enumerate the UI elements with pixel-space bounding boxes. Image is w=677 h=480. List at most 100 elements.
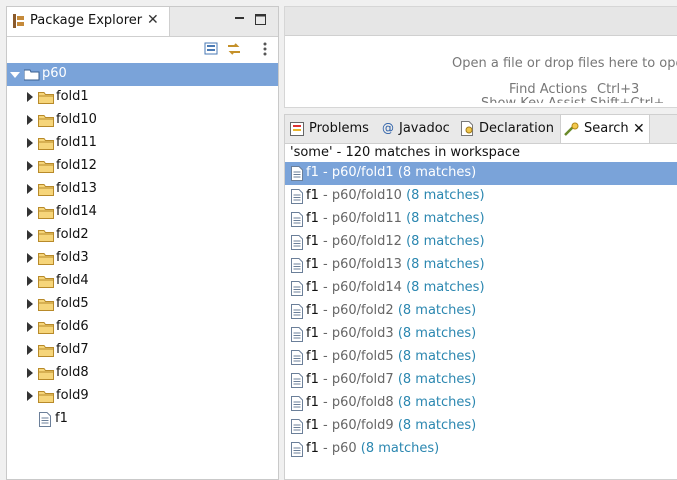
expand-arrow-icon[interactable] [27, 161, 33, 171]
expand-arrow-icon[interactable] [27, 253, 33, 263]
tree-item-folder[interactable]: fold8 [7, 362, 278, 385]
result-path: p60/fold10 [331, 188, 402, 203]
tree-item-folder[interactable]: fold3 [7, 247, 278, 270]
folder-icon [38, 345, 54, 357]
expand-arrow-icon[interactable] [27, 276, 33, 286]
folder-icon [38, 253, 54, 265]
file-icon [291, 281, 303, 296]
file-icon [291, 327, 303, 342]
search-result-row[interactable]: f1 - p60/fold2 (8 matches) [285, 300, 677, 323]
editor-drop-hint: Open a file or drop files here to ope [452, 56, 677, 71]
folder-icon [38, 299, 54, 311]
file-icon [291, 304, 303, 319]
expand-arrow-icon[interactable] [27, 299, 33, 309]
close-icon[interactable]: ✕ [633, 121, 645, 137]
tree-item-label: fold7 [56, 342, 89, 357]
tab-javadoc[interactable]: @ Javadoc [377, 115, 457, 143]
tree-item-label: fold8 [56, 365, 89, 380]
tree-item-folder[interactable]: fold4 [7, 270, 278, 293]
tree-item-folder[interactable]: fold6 [7, 316, 278, 339]
search-result-row[interactable]: f1 - p60/fold3 (8 matches) [285, 323, 677, 346]
result-file-name: f1 [306, 165, 319, 180]
file-icon [291, 396, 303, 411]
result-path: p60/fold5 [331, 349, 394, 364]
collapse-arrow-icon[interactable] [10, 72, 20, 78]
search-result-row[interactable]: f1 - p60/fold12 (8 matches) [285, 231, 677, 254]
maximize-icon[interactable] [255, 14, 266, 25]
tree-item-project[interactable]: p60 [7, 63, 278, 86]
result-file-name: f1 [306, 326, 319, 341]
minimize-icon[interactable] [234, 14, 245, 25]
search-result-row[interactable]: f1 - p60/fold1 (8 matches) [285, 162, 677, 185]
views-tabbar: Problems @ Javadoc Declaration Search ✕ [285, 115, 677, 144]
tree-item-label: fold1 [56, 89, 89, 104]
link-with-editor-icon[interactable] [226, 41, 242, 57]
tree-item-file[interactable]: f1 [7, 408, 278, 431]
file-icon [291, 442, 303, 457]
result-match-count: (8 matches) [360, 441, 440, 456]
result-file-name: f1 [306, 349, 319, 364]
tree-item-folder[interactable]: fold5 [7, 293, 278, 316]
package-explorer-toolbar [7, 37, 278, 62]
expand-arrow-icon[interactable] [27, 115, 33, 125]
find-actions-shortcut: Ctrl+3 [597, 82, 640, 97]
tab-declaration[interactable]: Declaration [458, 115, 558, 143]
expand-arrow-icon[interactable] [27, 368, 33, 378]
tree-item-label: fold4 [56, 273, 89, 288]
search-result-row[interactable]: f1 - p60/fold13 (8 matches) [285, 254, 677, 277]
search-result-row[interactable]: f1 - p60/fold7 (8 matches) [285, 369, 677, 392]
package-explorer-icon [13, 14, 24, 28]
expand-arrow-icon[interactable] [27, 92, 33, 102]
tree-item-label: fold3 [56, 250, 89, 265]
result-match-count: (8 matches) [397, 372, 477, 387]
tree-item-label: fold6 [56, 319, 89, 334]
result-match-count: (8 matches) [397, 165, 477, 180]
tree-item-folder[interactable]: fold7 [7, 339, 278, 362]
result-path: p60 [331, 441, 357, 456]
result-match-count: (8 matches) [406, 234, 485, 249]
search-results-list: f1 - p60/fold1 (8 matches) f1 - p60/fold1… [285, 162, 677, 461]
tree-item-label: p60 [42, 66, 67, 81]
expand-arrow-icon[interactable] [27, 230, 33, 240]
expand-arrow-icon[interactable] [27, 138, 33, 148]
tree-item-folder[interactable]: fold9 [7, 385, 278, 408]
search-result-row[interactable]: f1 - p60/fold9 (8 matches) [285, 415, 677, 438]
file-icon [291, 166, 303, 181]
result-match-count: (8 matches) [397, 349, 477, 364]
search-result-row[interactable]: f1 - p60/fold11 (8 matches) [285, 208, 677, 231]
tab-declaration-label: Declaration [479, 121, 554, 136]
file-icon [291, 235, 303, 250]
tab-package-explorer[interactable]: Package Explorer ✕ [7, 7, 170, 36]
result-file-name: f1 [306, 441, 319, 456]
expand-arrow-icon[interactable] [27, 184, 33, 194]
tab-search[interactable]: Search ✕ [560, 115, 650, 143]
tree-item-folder[interactable]: fold11 [7, 132, 278, 155]
search-result-row[interactable]: f1 - p60/fold14 (8 matches) [285, 277, 677, 300]
search-result-row[interactable]: f1 - p60/fold8 (8 matches) [285, 392, 677, 415]
result-match-count: (8 matches) [397, 303, 477, 318]
close-icon[interactable]: ✕ [147, 12, 159, 28]
expand-arrow-icon[interactable] [27, 322, 33, 332]
expand-arrow-icon[interactable] [27, 345, 33, 355]
search-result-row[interactable]: f1 - p60 (8 matches) [285, 438, 677, 461]
tab-problems[interactable]: Problems [285, 115, 375, 143]
tree-item-folder[interactable]: fold1 [7, 86, 278, 109]
tree-item-folder[interactable]: fold13 [7, 178, 278, 201]
expand-arrow-icon[interactable] [27, 207, 33, 217]
folder-icon [38, 115, 54, 127]
tree-item-folder[interactable]: fold10 [7, 109, 278, 132]
view-menu-icon[interactable] [257, 41, 273, 57]
result-path: p60/fold3 [331, 326, 394, 341]
project-tree: p60 fold1 fold10 fold11 fold12 fold13 fold14 f… [7, 63, 278, 431]
editor-area: Open a file or drop files here to ope Fi… [284, 6, 677, 108]
editor-tabbar [285, 7, 677, 36]
tree-item-folder[interactable]: fold12 [7, 155, 278, 178]
collapse-all-icon[interactable] [204, 41, 220, 57]
result-file-name: f1 [306, 211, 319, 226]
tree-item-folder[interactable]: fold14 [7, 201, 278, 224]
search-result-row[interactable]: f1 - p60/fold5 (8 matches) [285, 346, 677, 369]
tree-item-label: fold5 [56, 296, 89, 311]
search-result-row[interactable]: f1 - p60/fold10 (8 matches) [285, 185, 677, 208]
expand-arrow-icon[interactable] [27, 391, 33, 401]
tree-item-folder[interactable]: fold2 [7, 224, 278, 247]
